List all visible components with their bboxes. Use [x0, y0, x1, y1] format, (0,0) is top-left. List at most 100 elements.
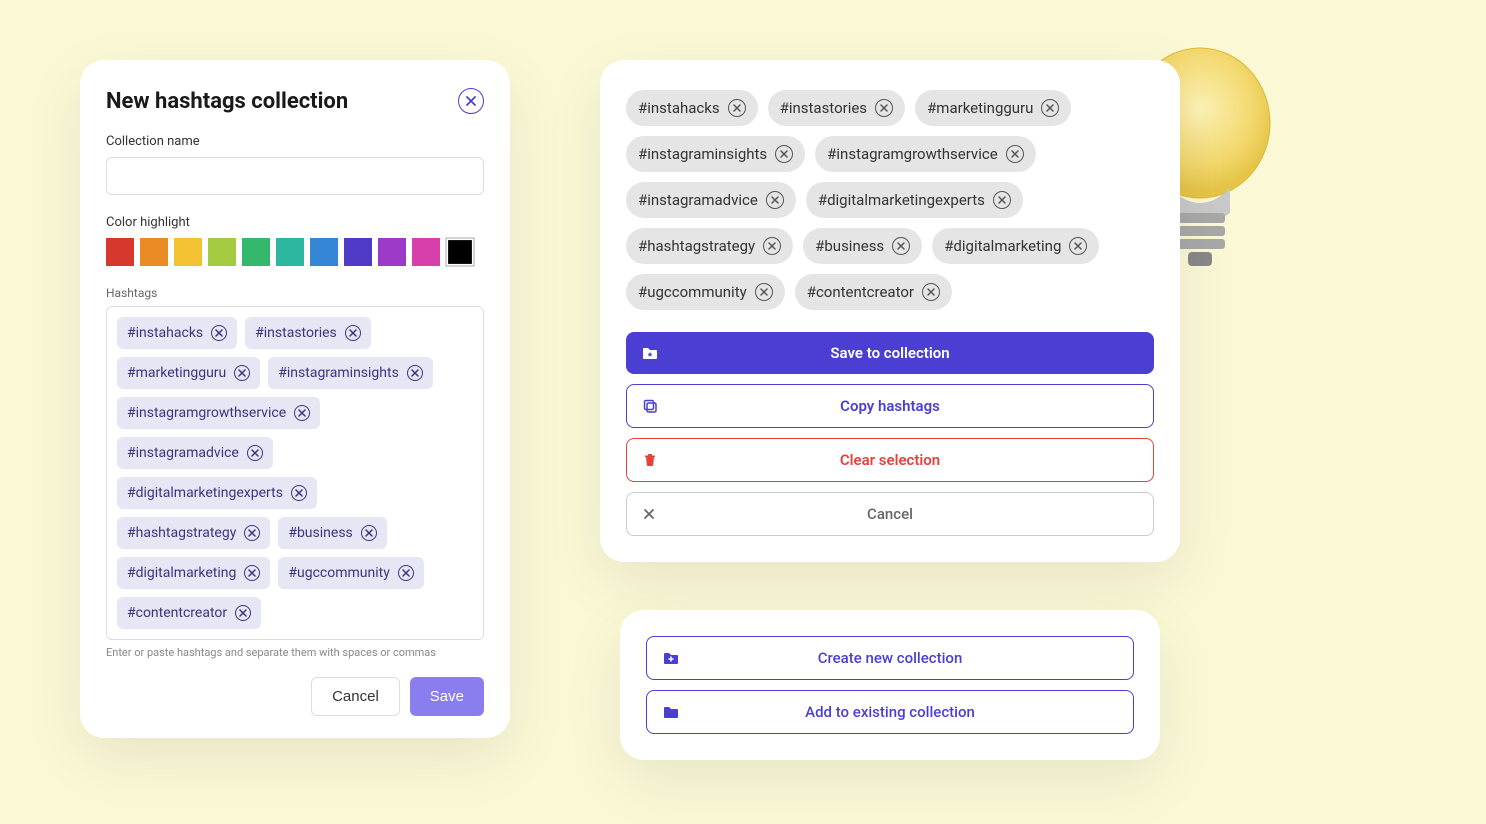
hashtag-text: #instagramadvice	[638, 191, 758, 209]
selected-hashtags-area: #instahacks #instastories #marketingguru #i…	[626, 90, 1154, 310]
selected-hashtag-chip: #instagramadvice	[626, 182, 796, 218]
color-swatch[interactable]	[276, 238, 304, 266]
remove-tag-button[interactable]	[291, 485, 307, 501]
remove-tag-button[interactable]	[361, 525, 377, 541]
remove-tag-button[interactable]	[755, 283, 773, 301]
hashtag-text: #instagramgrowthservice	[127, 405, 286, 421]
close-button[interactable]	[458, 88, 484, 114]
hashtag-chip: #digitalmarketingexperts	[117, 477, 317, 509]
selected-hashtag-chip: #digitalmarketing	[932, 228, 1099, 264]
remove-tag-button[interactable]	[294, 405, 310, 421]
save-button[interactable]: Save	[410, 677, 484, 716]
selected-hashtag-chip: #hashtagstrategy	[626, 228, 793, 264]
remove-tag-button[interactable]	[235, 605, 251, 621]
x-icon	[643, 508, 655, 520]
selected-hashtag-chip: #instagraminsights	[626, 136, 805, 172]
color-swatch[interactable]	[242, 238, 270, 266]
remove-tag-button[interactable]	[407, 365, 423, 381]
hashtag-text: #marketingguru	[927, 99, 1033, 117]
collection-choice-panel: Create new collection Add to existing co…	[620, 610, 1160, 760]
color-swatch[interactable]	[174, 238, 202, 266]
color-swatch-row	[106, 238, 484, 266]
remove-tag-button[interactable]	[247, 445, 263, 461]
selected-hashtag-chip: #contentcreator	[795, 274, 952, 310]
hashtag-text: #business	[815, 237, 884, 255]
clear-selection-button[interactable]: Clear selection	[626, 438, 1154, 482]
hashtag-text: #ugccommunity	[638, 283, 747, 301]
remove-tag-button[interactable]	[892, 237, 910, 255]
color-swatch[interactable]	[140, 238, 168, 266]
folder-plus-icon	[663, 650, 679, 666]
selection-panel: #instahacks #instastories #marketingguru #i…	[600, 60, 1180, 562]
folder-star-icon	[642, 345, 658, 361]
hashtag-chip: #instagraminsights	[268, 357, 433, 389]
hashtags-input-area[interactable]: #instahacks#instastories #marketingguru #i…	[106, 306, 484, 640]
hashtag-chip: #instagramgrowthservice	[117, 397, 320, 429]
selected-hashtag-chip: #ugccommunity	[626, 274, 785, 310]
remove-tag-button[interactable]	[993, 191, 1011, 209]
modal-title: New hashtags collection	[106, 89, 348, 114]
remove-tag-button[interactable]	[244, 565, 260, 581]
hashtag-text: #instagraminsights	[638, 145, 767, 163]
hashtags-hint: Enter or paste hashtags and separate the…	[106, 646, 484, 659]
hashtag-chip: #instahacks	[117, 317, 237, 349]
hashtag-text: #digitalmarketingexperts	[818, 191, 985, 209]
remove-tag-button[interactable]	[728, 99, 746, 117]
remove-tag-button[interactable]	[766, 191, 784, 209]
selected-hashtag-chip: #digitalmarketingexperts	[806, 182, 1023, 218]
remove-tag-button[interactable]	[763, 237, 781, 255]
color-swatch[interactable]	[378, 238, 406, 266]
hashtag-text: #digitalmarketing	[127, 565, 236, 581]
hashtag-text: #instagraminsights	[278, 365, 399, 381]
selected-hashtag-chip: #instastories	[768, 90, 905, 126]
trash-icon	[643, 453, 657, 467]
hashtag-text: #contentcreator	[807, 283, 914, 301]
hashtag-chip: #instastories	[245, 317, 371, 349]
hashtag-text: #business	[288, 525, 352, 541]
color-swatch[interactable]	[412, 238, 440, 266]
collection-name-input[interactable]	[106, 157, 484, 195]
remove-tag-button[interactable]	[345, 325, 361, 341]
remove-tag-button[interactable]	[775, 145, 793, 163]
color-swatch[interactable]	[448, 240, 472, 264]
folder-icon	[663, 704, 679, 720]
create-collection-button[interactable]: Create new collection	[646, 636, 1134, 680]
hashtag-chip: #business	[278, 517, 386, 549]
color-swatch[interactable]	[208, 238, 236, 266]
add-to-collection-button[interactable]: Add to existing collection	[646, 690, 1134, 734]
hashtag-text: #ugccommunity	[288, 565, 389, 581]
remove-tag-button[interactable]	[244, 525, 260, 541]
hashtag-text: #instagramgrowthservice	[827, 145, 998, 163]
color-swatch[interactable]	[344, 238, 372, 266]
new-collection-modal: New hashtags collection Collection name …	[80, 60, 510, 738]
hashtag-text: #instahacks	[638, 99, 720, 117]
hashtag-text: #hashtagstrategy	[638, 237, 755, 255]
hashtag-text: #instastories	[780, 99, 867, 117]
hashtag-chip: #hashtagstrategy	[117, 517, 270, 549]
remove-tag-button[interactable]	[1069, 237, 1087, 255]
selected-hashtag-chip: #marketingguru	[915, 90, 1071, 126]
remove-tag-button[interactable]	[398, 565, 414, 581]
remove-tag-button[interactable]	[1041, 99, 1059, 117]
color-swatch[interactable]	[106, 238, 134, 266]
cancel-button[interactable]: Cancel	[311, 677, 400, 716]
save-to-collection-button[interactable]: Save to collection	[626, 332, 1154, 374]
selected-hashtag-chip: #instahacks	[626, 90, 758, 126]
hashtags-label: Hashtags	[106, 286, 484, 300]
remove-tag-button[interactable]	[875, 99, 893, 117]
close-icon	[465, 95, 477, 107]
copy-hashtags-button[interactable]: Copy hashtags	[626, 384, 1154, 428]
name-label: Collection name	[106, 134, 484, 149]
hashtag-text: #instagramadvice	[127, 445, 239, 461]
hashtag-chip: #marketingguru	[117, 357, 260, 389]
remove-tag-button[interactable]	[1006, 145, 1024, 163]
remove-tag-button[interactable]	[211, 325, 227, 341]
hashtag-text: #digitalmarketing	[944, 237, 1061, 255]
copy-icon	[643, 399, 658, 414]
cancel-selection-button[interactable]: Cancel	[626, 492, 1154, 536]
hashtag-text: #contentcreator	[127, 605, 227, 621]
hashtag-chip: #digitalmarketing	[117, 557, 270, 589]
color-swatch[interactable]	[310, 238, 338, 266]
remove-tag-button[interactable]	[234, 365, 250, 381]
remove-tag-button[interactable]	[922, 283, 940, 301]
